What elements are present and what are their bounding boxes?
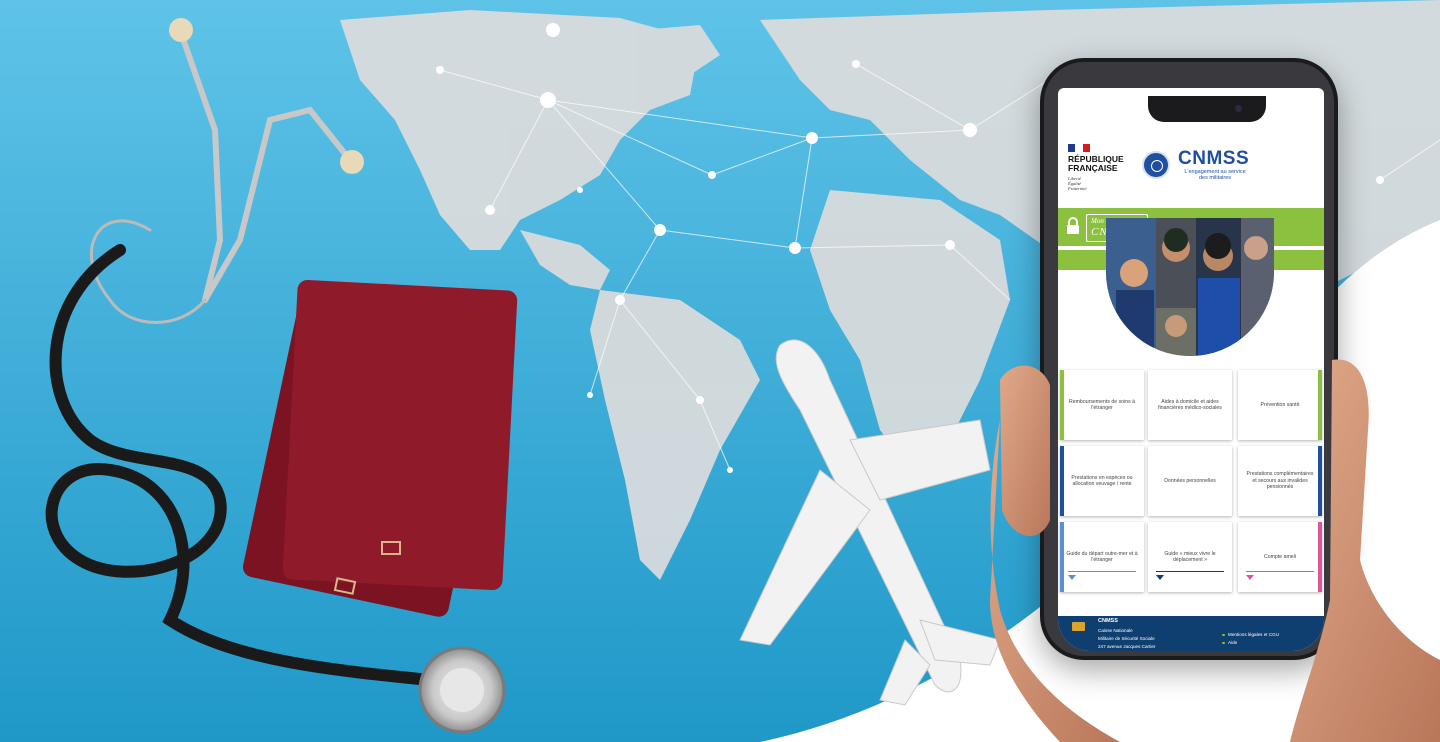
- military-personnel-photo: [1106, 218, 1274, 356]
- service-tile-label: Prestations en espèces ou allocation veu…: [1071, 474, 1133, 488]
- tile-underline: [1156, 570, 1224, 572]
- service-tile-label: Données personnelles: [1164, 477, 1216, 484]
- cnmss-logo-icon[interactable]: [1142, 151, 1170, 179]
- tile-accent-bar: [1060, 370, 1064, 440]
- service-tile-label: Compte ameli: [1263, 553, 1296, 560]
- tile-underline: [1068, 570, 1136, 572]
- tile-accent-bar: [1318, 522, 1322, 592]
- service-tile-label: Prestations complémentaires et secours a…: [1246, 471, 1314, 491]
- service-tile[interactable]: Prestations en espèces ou allocation veu…: [1060, 446, 1144, 516]
- service-tile[interactable]: Données personnelles: [1148, 446, 1232, 516]
- service-tile[interactable]: Aides à domicile et aides financières mé…: [1148, 370, 1232, 440]
- lock-icon: [1067, 217, 1079, 234]
- phone-screen: RÉPUBLIQUE FRANÇAISE Liberté Égalité Fra…: [1058, 88, 1324, 651]
- service-tile[interactable]: Remboursements de soins à l'étranger: [1060, 370, 1144, 440]
- service-tile-label: Aides à domicile et aides financières mé…: [1158, 398, 1222, 412]
- site-header: RÉPUBLIQUE FRANÇAISE Liberté Égalité Fra…: [1058, 140, 1324, 200]
- site-footer: CNMSS Caisse Nationale Militaire de Sécu…: [1058, 616, 1324, 651]
- chevron-down-icon: [1156, 575, 1164, 580]
- chevron-down-icon: [1246, 575, 1254, 580]
- service-tile-label: Prévention santé: [1260, 401, 1300, 408]
- service-tile-label: Guide du départ outre-mer et à l'étrange…: [1066, 550, 1138, 564]
- card-icon: [1072, 622, 1085, 631]
- footer-link-legal[interactable]: Mentions légales et CGU: [1221, 632, 1279, 637]
- tile-underline: [1246, 570, 1314, 572]
- tile-accent-bar: [1060, 522, 1064, 592]
- service-tile[interactable]: Prévention santé: [1238, 370, 1322, 440]
- footer-line-1: Caisse Nationale: [1098, 628, 1133, 633]
- motto-label: Liberté Égalité Fraternité: [1068, 176, 1087, 191]
- tile-accent-bar: [1318, 370, 1322, 440]
- footer-link-help[interactable]: Aide: [1221, 640, 1237, 645]
- service-tile-label: Guide « mieux vivre le déplacement »: [1164, 550, 1216, 564]
- republique-francaise-label: RÉPUBLIQUE FRANÇAISE: [1068, 154, 1124, 173]
- service-tile[interactable]: Compte ameli: [1238, 522, 1322, 592]
- phone-notch: [1148, 96, 1266, 122]
- service-tile-label: Remboursements de soins à l'étranger: [1068, 398, 1136, 412]
- chevron-down-icon: [1068, 575, 1076, 580]
- smartphone: RÉPUBLIQUE FRANÇAISE Liberté Égalité Fra…: [1040, 58, 1338, 660]
- tile-accent-bar: [1060, 446, 1064, 516]
- footer-line-2: Militaire de Sécurité Sociale: [1098, 636, 1155, 641]
- french-flag-icon: [1068, 144, 1090, 152]
- service-tile[interactable]: Prestations complémentaires et secours a…: [1238, 446, 1322, 516]
- footer-line-3: 247 avenue Jacques Cartier: [1098, 644, 1156, 649]
- camera-icon: [1235, 105, 1242, 112]
- brand-tagline: L'engagement au service des militaires: [1184, 169, 1246, 181]
- brand-title[interactable]: CNMSS: [1178, 148, 1249, 170]
- service-tile[interactable]: Guide du départ outre-mer et à l'étrange…: [1060, 522, 1144, 592]
- footer-title: CNMSS: [1098, 618, 1118, 624]
- tile-accent-bar: [1318, 446, 1322, 516]
- service-tile[interactable]: Guide « mieux vivre le déplacement »: [1148, 522, 1232, 592]
